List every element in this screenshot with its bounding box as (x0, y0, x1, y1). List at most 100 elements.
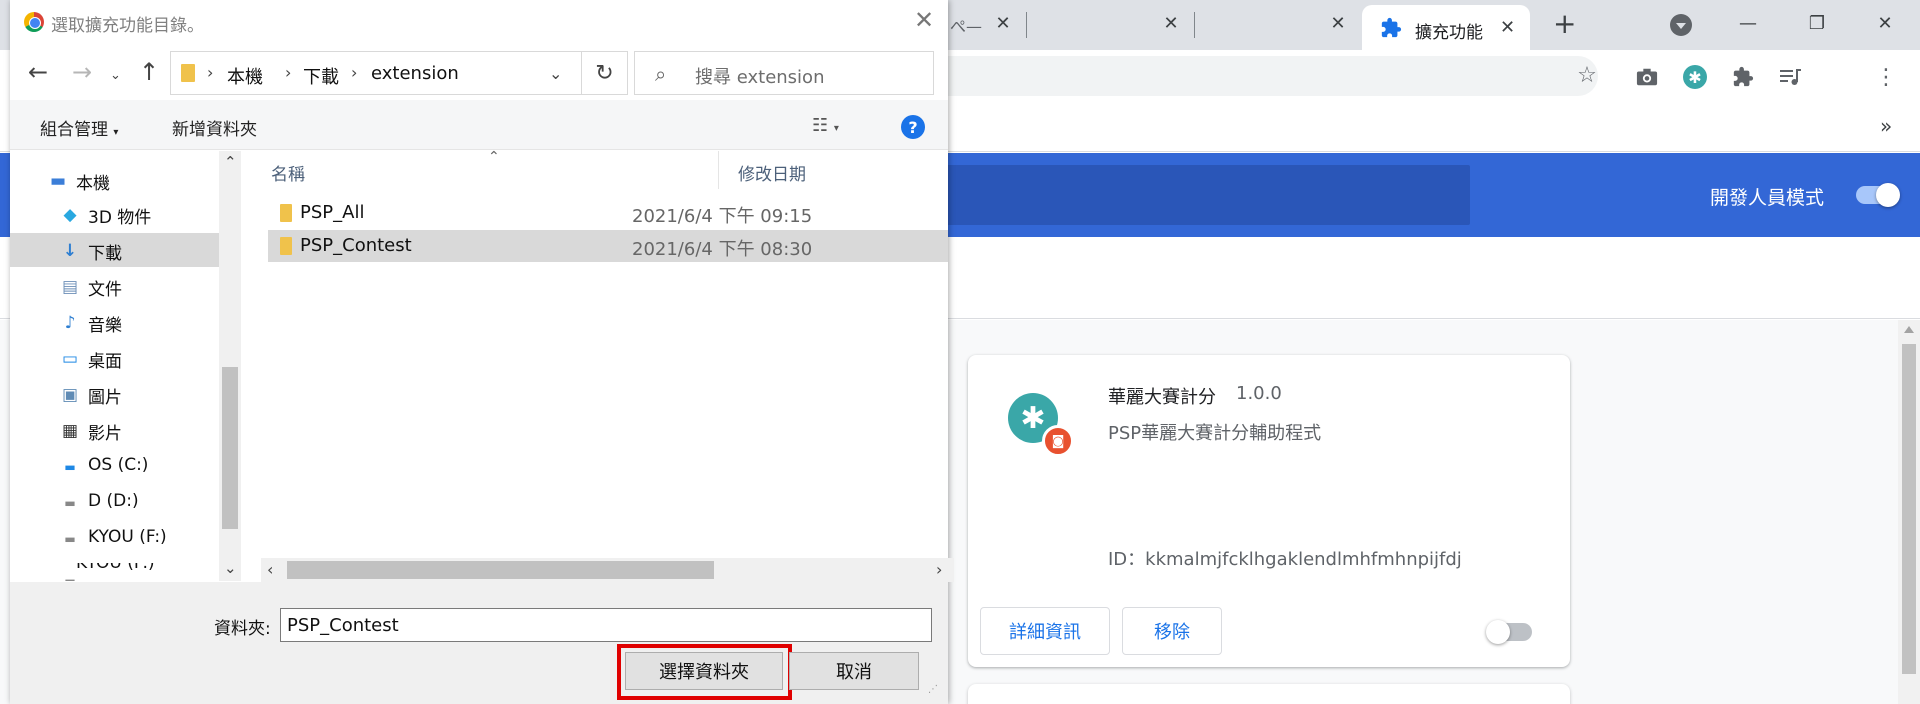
nav-item-music[interactable]: ♪ 音樂 (10, 305, 219, 339)
dev-mode-toggle[interactable] (1856, 183, 1900, 207)
extension-description: PSP華麗大賽計分輔助程式 (1108, 423, 1322, 444)
puzzle-icon (1380, 17, 1402, 39)
view-options-icon[interactable]: ☷ ▾ (812, 115, 839, 136)
nav-item-label: 3D 物件 (88, 208, 152, 228)
details-button[interactable]: 詳細資訊 (980, 607, 1110, 655)
chevron-right-icon[interactable]: › (207, 63, 213, 82)
nav-item-downloads[interactable]: ↓ 下載 (10, 233, 219, 267)
cancel-button[interactable]: 取消 (789, 652, 919, 690)
tab-extensions[interactable]: 擴充功能 ✕ (1362, 5, 1530, 50)
organize-menu[interactable]: 組合管理 ▾ (40, 115, 118, 140)
puzzle-icon[interactable] (1730, 64, 1756, 90)
new-folder-button[interactable]: 新增資料夾 (172, 115, 257, 140)
column-label: 名稱 (271, 165, 305, 185)
chevron-left-icon[interactable]: ‹ (267, 560, 273, 579)
extension-id: ID：kkmalmjfcklhgaklendlmhfmhnpijfdj (1108, 549, 1462, 570)
nav-item-label: 文件 (88, 280, 122, 300)
close-icon[interactable]: ✕ (1500, 17, 1515, 38)
chevron-right-icon[interactable]: › (351, 63, 357, 82)
tab-title: 擴充功能 (1415, 23, 1483, 43)
extension-enable-toggle[interactable] (1486, 620, 1532, 644)
nav-item-3d-objects[interactable]: ◆ 3D 物件 (10, 197, 219, 231)
window-close-icon[interactable]: ✕ (1865, 8, 1905, 38)
desktop-icon: ▭ (61, 349, 79, 369)
chevron-down-icon[interactable]: ⌄ (549, 64, 562, 83)
select-folder-dialog: 選取擴充功能目錄。 ✕ ← → ⌄ ↑ › 本機 › 下載 › extensio… (10, 0, 954, 704)
minimize-icon[interactable]: — (1728, 8, 1768, 38)
address-bar[interactable] (900, 56, 1598, 96)
close-icon[interactable]: ✕ (914, 6, 934, 34)
scrollbar-thumb[interactable] (287, 561, 714, 579)
folder-icon (181, 64, 195, 82)
nav-item-drive-c[interactable]: ▬ OS (C:) (10, 449, 219, 483)
forward-arrow-icon[interactable]: → (72, 60, 92, 84)
download-icon: ↓ (62, 241, 78, 261)
chevron-right-icon[interactable]: › (936, 560, 942, 579)
nav-item-label: D (D:) (88, 491, 139, 511)
video-icon: ▦ (61, 421, 79, 441)
dialog-footer: 資料夾: 選擇資料夾 取消 ⋰ (10, 582, 948, 704)
remove-button[interactable]: 移除 (1122, 607, 1222, 655)
file-date: 2021/6/4 下午 09:15 (632, 206, 813, 227)
breadcrumb[interactable]: › 本機 › 下載 › extension ⌄ (170, 51, 582, 95)
nav-item-pictures[interactable]: ▣ 圖片 (10, 377, 219, 411)
resize-grip-icon[interactable]: ⋰ (928, 684, 938, 695)
chrome-logo-icon (24, 12, 44, 32)
up-arrow-icon[interactable]: ↑ (139, 60, 159, 84)
file-row[interactable]: PSP_Contest 2021/6/4 下午 08:30 (268, 230, 948, 262)
page-scrollbar[interactable] (1898, 320, 1920, 704)
scrollbar-thumb[interactable] (222, 367, 238, 529)
more-vert-icon[interactable]: ⋮ (1873, 64, 1899, 90)
file-row[interactable]: PSP_All 2021/6/4 下午 09:15 (268, 197, 948, 229)
select-folder-button[interactable]: 選擇資料夾 (625, 652, 783, 690)
folder-field[interactable] (280, 608, 932, 642)
help-icon[interactable]: ? (901, 115, 925, 139)
nav-item-label: OS (C:) (88, 455, 149, 475)
search-placeholder: 搜尋 extension (695, 67, 825, 88)
nav-item-label: 下載 (88, 244, 122, 264)
nav-item-label: 桌面 (88, 352, 122, 372)
chevron-up-icon[interactable]: ⌃ (224, 153, 237, 171)
breadcrumb-item[interactable]: extension (371, 63, 459, 84)
nav-item-documents[interactable]: ▤ 文件 (10, 269, 219, 303)
column-header-name[interactable]: 名稱 ⌃ (251, 149, 718, 189)
media-queue-icon[interactable] (1778, 64, 1804, 90)
back-arrow-icon[interactable]: ← (28, 60, 48, 84)
nav-item-label: KYOU (F:) (76, 563, 155, 573)
bookmarks-more-icon[interactable]: » (1880, 114, 1892, 138)
restore-icon[interactable]: ❐ (1797, 8, 1837, 38)
3d-objects-icon: ◆ (63, 205, 77, 225)
breadcrumb-item[interactable]: 本機 (227, 63, 263, 89)
nav-item-drive-d[interactable]: ▬ D (D:) (10, 485, 219, 519)
new-tab-icon[interactable]: + (1553, 10, 1576, 38)
file-list-hscrollbar[interactable]: ‹ › (261, 558, 954, 582)
camera-icon[interactable] (1634, 64, 1660, 90)
tab-close-icon[interactable]: ✕ (1160, 12, 1182, 34)
file-name: PSP_All (300, 202, 365, 223)
tab-title[interactable]: ぺ— (950, 10, 982, 40)
nav-item-this-pc[interactable]: ▬ 本機 (10, 163, 219, 197)
chevron-right-icon[interactable]: › (285, 63, 291, 82)
nav-item-label: 影片 (88, 424, 122, 444)
nav-item-drive-f[interactable]: ▬ KYOU (F:) (10, 521, 219, 555)
extension-snowflake-icon[interactable]: ✱ (1682, 64, 1708, 90)
chevron-down-icon[interactable]: ⌄ (224, 559, 237, 577)
refresh-icon[interactable]: ↻ (582, 51, 628, 95)
dev-mode-label: 開發人員模式 (1710, 187, 1825, 209)
tab-search-icon[interactable] (1670, 14, 1692, 36)
nav-item-label: KYOU (F:) (88, 527, 167, 547)
tab-close-icon[interactable]: ✕ (1327, 12, 1349, 34)
caret-down-icon: ▾ (113, 127, 119, 138)
star-icon[interactable]: ☆ (1574, 62, 1600, 88)
nav-item-drive-f[interactable]: ▬ KYOU (F:) (10, 563, 219, 581)
breadcrumb-item[interactable]: 下載 (303, 63, 339, 89)
extension-name: 華麗大賽計分 (1108, 387, 1216, 408)
nav-item-desktop[interactable]: ▭ 桌面 (10, 341, 219, 375)
nav-scrollbar[interactable]: ⌃ ⌄ (219, 151, 241, 581)
recent-chevron-icon[interactable]: ⌄ (110, 64, 121, 88)
column-header-modified[interactable]: 修改日期 (718, 151, 948, 189)
search-input[interactable]: ⌕ 搜尋 extension (634, 51, 934, 95)
nav-item-videos[interactable]: ▦ 影片 (10, 413, 219, 447)
extensions-search-field[interactable] (930, 165, 1470, 225)
tab-close-icon[interactable]: ✕ (992, 12, 1014, 34)
